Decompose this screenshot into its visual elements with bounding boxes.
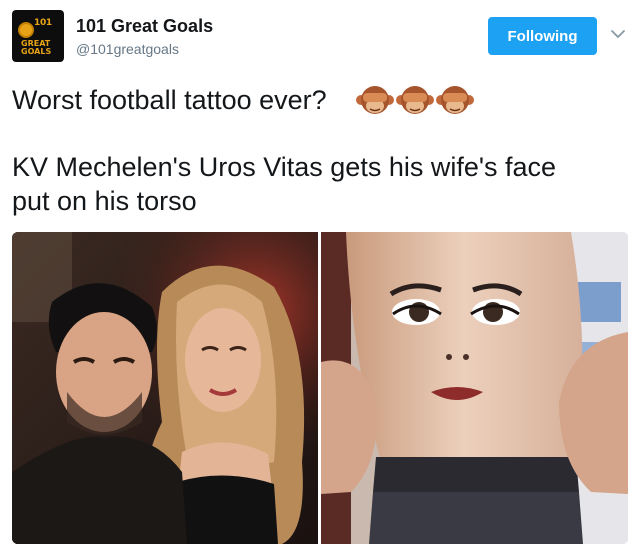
avatar-brand-top: 101 — [34, 18, 52, 28]
photo-tattoo[interactable] — [321, 232, 628, 544]
tattoo-photo-image — [321, 232, 628, 544]
see-no-evil-monkey-icon — [396, 86, 434, 114]
display-name[interactable]: 101 Great Goals — [76, 16, 213, 37]
tweet-text-line-3: put on his torso — [12, 186, 197, 216]
avatar-brand-last: GOALS — [21, 47, 52, 56]
tweet-text-line-1: Worst football tattoo ever? — [12, 85, 327, 115]
avatar[interactable]: 101 GREAT GOALS — [12, 10, 64, 62]
see-no-evil-monkey-icon — [356, 86, 394, 114]
photo-couple[interactable] — [12, 232, 318, 544]
user-handle[interactable]: @101greatgoals — [76, 41, 179, 57]
media-grid — [12, 232, 628, 544]
couple-photo-image — [12, 232, 318, 544]
see-no-evil-monkey-icon — [436, 86, 474, 114]
football-logo-icon — [18, 22, 34, 38]
see-no-evil-monkey-icons — [356, 86, 474, 114]
tweet-text-line-2: KV Mechelen's Uros Vitas gets his wife's… — [12, 152, 557, 182]
avatar-brand-bottom: GREAT GOALS — [21, 40, 51, 56]
chevron-down-icon[interactable] — [609, 25, 627, 43]
tweet-header: 101 GREAT GOALS 101 Great Goals @101grea… — [12, 10, 628, 66]
following-button[interactable]: Following — [488, 17, 597, 55]
